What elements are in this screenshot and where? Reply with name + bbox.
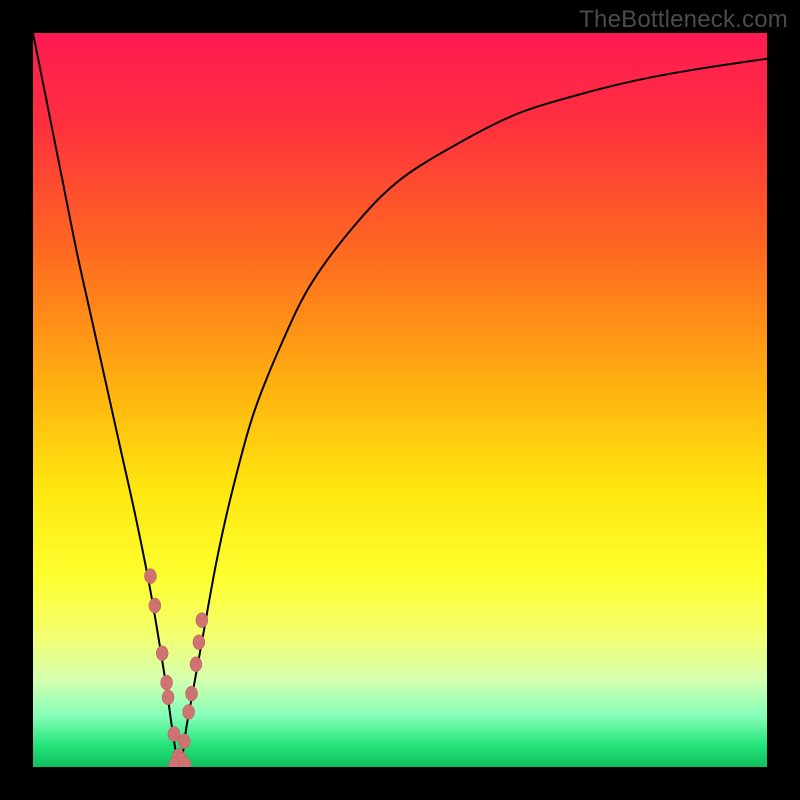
- curve-marker: [156, 646, 168, 661]
- curve-marker: [186, 686, 198, 701]
- curve-marker: [178, 734, 190, 749]
- curve-marker: [168, 726, 180, 741]
- curve-marker: [149, 598, 161, 613]
- curve-marker: [190, 657, 202, 672]
- curve-marker: [193, 635, 205, 650]
- plot-area: [33, 33, 767, 767]
- curve-marker: [162, 690, 174, 705]
- chart-svg: [33, 33, 767, 767]
- gradient-background: [33, 33, 767, 767]
- watermark-text: TheBottleneck.com: [579, 6, 788, 34]
- curve-marker: [161, 675, 173, 690]
- curve-marker: [183, 704, 195, 719]
- outer-frame: TheBottleneck.com: [0, 0, 800, 800]
- curve-marker: [144, 569, 156, 584]
- curve-marker: [196, 613, 208, 628]
